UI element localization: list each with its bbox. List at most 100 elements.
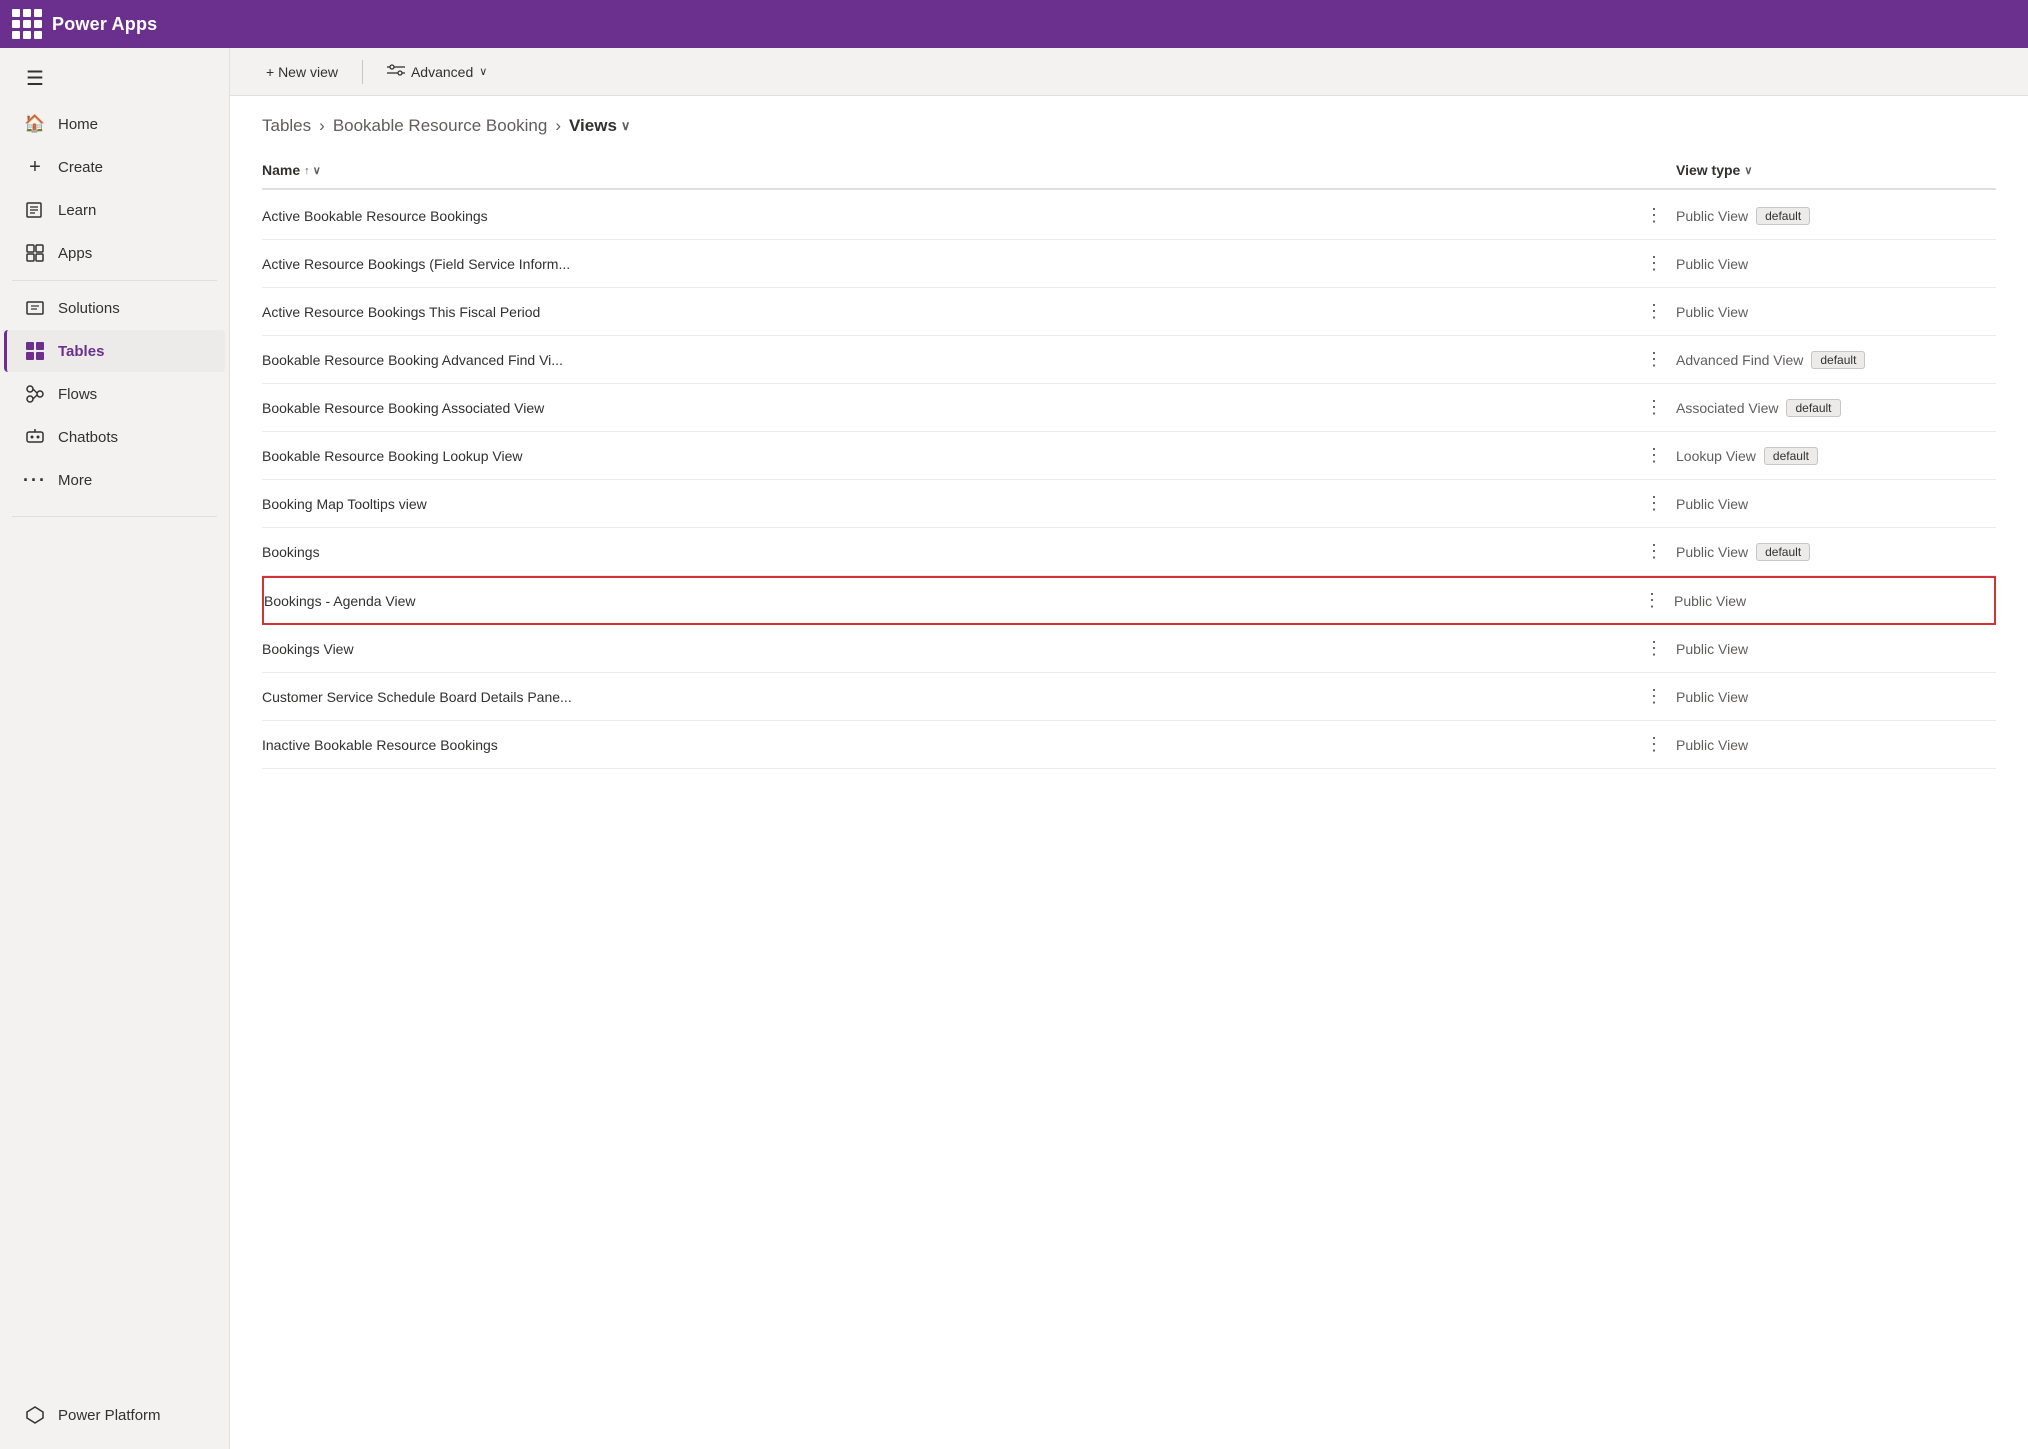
- sidebar-item-power-platform[interactable]: Power Platform: [4, 1394, 225, 1436]
- row-actions-menu[interactable]: ⋮: [1633, 205, 1676, 226]
- row-actions-menu[interactable]: ⋮: [1633, 349, 1676, 370]
- cell-name: Active Bookable Resource Bookings ⋮: [262, 193, 1676, 238]
- cell-name: Bookings ⋮: [262, 529, 1676, 574]
- row-actions-menu[interactable]: ⋮: [1633, 493, 1676, 514]
- table-header: Name ↑ ∨ View type ∨: [262, 152, 1996, 190]
- cell-name: Bookings - Agenda View ⋮: [264, 578, 1674, 623]
- apps-icon: [24, 242, 46, 264]
- waffle-icon[interactable]: [12, 9, 42, 39]
- row-name: Bookable Resource Booking Lookup View: [262, 448, 522, 464]
- sidebar-item-flows[interactable]: Flows: [4, 373, 225, 415]
- table-row: Bookable Resource Booking Lookup View ⋮ …: [262, 432, 1996, 480]
- chevron-down-icon: ∨: [479, 65, 487, 78]
- row-actions-menu[interactable]: ⋮: [1633, 541, 1676, 562]
- row-name: Customer Service Schedule Board Details …: [262, 689, 572, 705]
- default-badge: default: [1786, 399, 1840, 417]
- breadcrumb-resource[interactable]: Bookable Resource Booking: [333, 116, 548, 136]
- cell-viewtype: Advanced Find View default: [1676, 339, 1996, 381]
- row-viewtype: Public View: [1676, 304, 1748, 320]
- sidebar-item-apps[interactable]: Apps: [4, 232, 225, 274]
- row-actions-menu[interactable]: ⋮: [1631, 590, 1674, 611]
- row-name: Bookable Resource Booking Associated Vie…: [262, 400, 544, 416]
- default-badge: default: [1764, 447, 1818, 465]
- breadcrumb-current[interactable]: Views ∨: [569, 116, 630, 136]
- toolbar-divider: [362, 60, 363, 84]
- sidebar-label-apps: Apps: [58, 245, 92, 262]
- row-name: Bookings View: [262, 641, 354, 657]
- cell-viewtype: Public View: [1676, 292, 1996, 332]
- row-actions-menu[interactable]: ⋮: [1633, 253, 1676, 274]
- sidebar-label-chatbots: Chatbots: [58, 429, 118, 446]
- sidebar-item-create[interactable]: + Create: [4, 146, 225, 188]
- top-bar: Power Apps: [0, 0, 2028, 48]
- sidebar-divider-2: [12, 516, 217, 517]
- cell-name: Active Resource Bookings This Fiscal Per…: [262, 289, 1676, 334]
- sidebar-item-chatbots[interactable]: Chatbots: [4, 416, 225, 458]
- cell-viewtype: Public View default: [1676, 531, 1996, 573]
- row-viewtype: Public View: [1676, 641, 1748, 657]
- row-actions-menu[interactable]: ⋮: [1633, 397, 1676, 418]
- sidebar-item-solutions[interactable]: Solutions: [4, 287, 225, 329]
- more-icon: ···: [24, 469, 46, 491]
- cell-name: Customer Service Schedule Board Details …: [262, 674, 1676, 719]
- row-name: Bookable Resource Booking Advanced Find …: [262, 352, 563, 368]
- cell-name: Bookings View ⋮: [262, 626, 1676, 671]
- viewtype-sort-icon[interactable]: ∨: [1744, 164, 1752, 177]
- row-viewtype: Public View: [1676, 544, 1748, 560]
- cell-viewtype: Public View: [1676, 484, 1996, 524]
- table-row: Customer Service Schedule Board Details …: [262, 673, 1996, 721]
- sidebar-item-home[interactable]: 🏠 Home: [4, 103, 225, 145]
- hamburger-menu[interactable]: ☰: [4, 57, 225, 99]
- sidebar-top: ☰ 🏠 Home + Create Learn: [0, 48, 229, 510]
- table-row: Bookable Resource Booking Advanced Find …: [262, 336, 1996, 384]
- row-viewtype: Public View: [1676, 737, 1748, 753]
- breadcrumb: Tables › Bookable Resource Booking › Vie…: [230, 96, 2028, 152]
- advanced-button[interactable]: Advanced ∨: [375, 55, 499, 88]
- advanced-label: Advanced: [411, 64, 473, 80]
- sidebar-label-tables: Tables: [58, 343, 104, 360]
- sidebar-label-flows: Flows: [58, 386, 97, 403]
- sidebar-label-power-platform: Power Platform: [58, 1407, 161, 1424]
- default-badge: default: [1811, 351, 1865, 369]
- table-row: Active Resource Bookings (Field Service …: [262, 240, 1996, 288]
- sidebar-label-create: Create: [58, 159, 103, 176]
- column-header-name[interactable]: Name ↑ ∨: [262, 162, 1676, 178]
- column-header-viewtype[interactable]: View type ∨: [1676, 162, 1996, 178]
- breadcrumb-sep-2: ›: [555, 116, 561, 136]
- row-name: Inactive Bookable Resource Bookings: [262, 737, 498, 753]
- row-name: Active Bookable Resource Bookings: [262, 208, 488, 224]
- solutions-icon: [24, 297, 46, 319]
- row-actions-menu[interactable]: ⋮: [1633, 638, 1676, 659]
- flows-icon: [24, 383, 46, 405]
- row-actions-menu[interactable]: ⋮: [1633, 301, 1676, 322]
- row-actions-menu[interactable]: ⋮: [1633, 734, 1676, 755]
- row-viewtype: Public View: [1674, 593, 1746, 609]
- cell-viewtype: Lookup View default: [1676, 435, 1996, 477]
- cell-name: Active Resource Bookings (Field Service …: [262, 241, 1676, 286]
- table-row: Booking Map Tooltips view ⋮ Public View: [262, 480, 1996, 528]
- views-table: Name ↑ ∨ View type ∨ Active Bookable Res…: [230, 152, 2028, 1449]
- sidebar-divider-1: [12, 280, 217, 281]
- sidebar-item-more[interactable]: ··· More: [4, 459, 225, 501]
- hamburger-icon: ☰: [24, 67, 46, 89]
- column-viewtype-label: View type: [1676, 162, 1740, 178]
- cell-viewtype: Public View: [1676, 725, 1996, 765]
- row-name: Active Resource Bookings This Fiscal Per…: [262, 304, 540, 320]
- new-view-button[interactable]: + New view: [254, 58, 350, 86]
- table-row: Bookable Resource Booking Associated Vie…: [262, 384, 1996, 432]
- cell-viewtype: Public View: [1674, 581, 1994, 621]
- row-actions-menu[interactable]: ⋮: [1633, 686, 1676, 707]
- cell-name: Inactive Bookable Resource Bookings ⋮: [262, 722, 1676, 767]
- sidebar-item-learn[interactable]: Learn: [4, 189, 225, 231]
- breadcrumb-current-label: Views: [569, 116, 617, 136]
- breadcrumb-tables[interactable]: Tables: [262, 116, 311, 136]
- row-actions-menu[interactable]: ⋮: [1633, 445, 1676, 466]
- table-row: Inactive Bookable Resource Bookings ⋮ Pu…: [262, 721, 1996, 769]
- app-title: Power Apps: [52, 14, 157, 35]
- cell-viewtype: Public View: [1676, 629, 1996, 669]
- column-name-label: Name: [262, 162, 300, 178]
- sidebar-item-tables[interactable]: Tables: [4, 330, 225, 372]
- cell-name: Bookable Resource Booking Lookup View ⋮: [262, 433, 1676, 478]
- cell-name: Bookable Resource Booking Advanced Find …: [262, 337, 1676, 382]
- name-sort-icon[interactable]: ↑ ∨: [304, 164, 321, 177]
